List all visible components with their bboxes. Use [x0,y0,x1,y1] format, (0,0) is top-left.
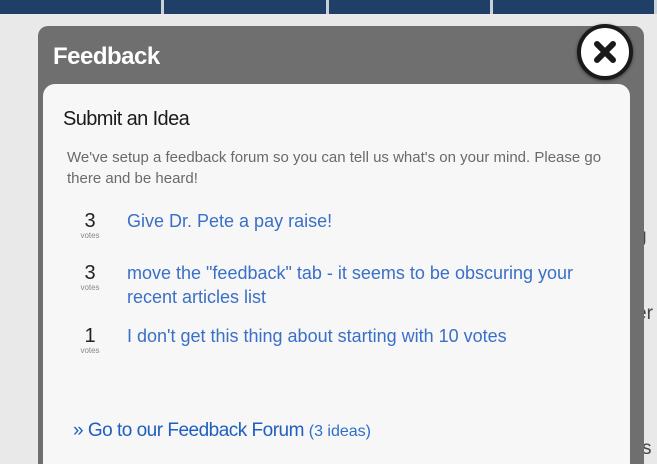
idea-item: 3 votes move the "feedback" tab - it see… [67,263,577,309]
feedback-modal: Feedback Submit an Idea We've setup a fe… [38,24,644,464]
vote-counter[interactable]: 3 votes [67,263,113,292]
submit-idea-panel: Submit an Idea We've setup a feedback fo… [43,84,630,464]
idea-link[interactable]: Give Dr. Pete a pay raise! [127,209,577,233]
vote-counter[interactable]: 1 votes [67,326,113,355]
panel-description: We've setup a feedback forum so you can … [67,149,602,187]
feedback-forum-link[interactable]: » Go to our Feedback Forum (3 ideas) [73,420,371,442]
panel-heading: Submit an Idea [63,108,190,130]
vote-count: 1 [84,325,96,347]
vote-label: votes [80,346,100,355]
background-nav-bar [0,0,657,14]
idea-link[interactable]: I don't get this thing about starting wi… [127,324,577,348]
forum-link-label: » Go to our Feedback Forum [73,420,304,441]
background-nav-segment [493,0,657,14]
idea-count: (3 ideas) [308,423,371,440]
vote-label: votes [80,231,100,240]
vote-count: 3 [84,262,96,284]
close-button[interactable] [577,24,633,80]
background-nav-segment [0,0,165,14]
idea-link[interactable]: move the "feedback" tab - it seems to be… [127,261,577,309]
background-nav-segment [164,0,329,14]
vote-label: votes [80,283,100,292]
close-icon [594,41,616,63]
idea-item: 3 votes Give Dr. Pete a pay raise! [67,211,577,240]
vote-counter[interactable]: 3 votes [67,211,113,240]
vote-count: 3 [84,210,96,232]
background-nav-segment [329,0,493,14]
idea-item: 1 votes I don't get this thing about sta… [67,326,577,355]
